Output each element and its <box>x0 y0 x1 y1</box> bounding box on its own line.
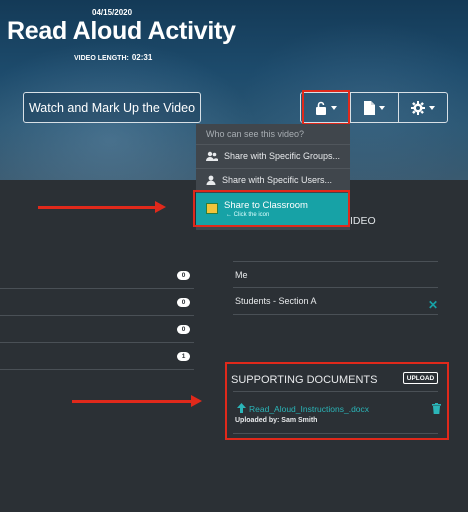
shared-with-heading: IDEO <box>350 215 376 227</box>
list-item[interactable]: 1 <box>0 343 194 370</box>
uploaded-by-text: Uploaded by: Sam Smith <box>235 417 318 424</box>
user-icon <box>206 175 216 185</box>
count-badge: 0 <box>177 271 190 280</box>
callout-arrow <box>72 395 202 407</box>
classroom-item-highlight <box>193 190 350 227</box>
supporting-documents-title: SUPPORTING DOCUMENTS <box>231 374 378 386</box>
shared-with-label: Me <box>235 269 248 280</box>
divider <box>233 391 438 392</box>
video-length-value: 02:31 <box>131 53 153 62</box>
watch-and-mark-up-button[interactable]: Watch and Mark Up the Video <box>23 92 201 123</box>
video-length-label: VIDEO LENGTH: <box>74 55 129 62</box>
remove-share-icon[interactable]: ✕ <box>428 298 438 312</box>
list-item[interactable]: 0 <box>0 316 194 343</box>
share-with-users-item[interactable]: Share with Specific Users... <box>196 168 350 190</box>
lock-button-highlight <box>302 90 350 125</box>
upload-button[interactable]: UPLOAD <box>403 372 438 384</box>
list-item[interactable]: 0 <box>0 262 194 289</box>
chevron-down-icon <box>429 105 435 110</box>
group-icon <box>206 151 218 161</box>
document-icon <box>364 100 375 115</box>
document-link[interactable]: Read_Aloud_Instructions_.docx <box>249 404 369 414</box>
share-with-groups-label: Share with Specific Groups... <box>224 150 341 161</box>
document-menu-button[interactable] <box>351 93 399 122</box>
share-with-groups-item[interactable]: Share with Specific Groups... <box>196 144 350 166</box>
list-item[interactable]: 0 <box>0 289 194 316</box>
count-badge: 1 <box>177 352 190 361</box>
shared-with-row: Students - Section A <box>233 288 438 315</box>
shared-with-row: Me <box>233 261 438 288</box>
share-menu-heading: Who can see this video? <box>206 129 305 139</box>
trash-icon[interactable] <box>432 403 441 414</box>
shared-with-label: Students - Section A <box>235 296 317 306</box>
video-length: VIDEO LENGTH: 02:31 <box>74 53 152 62</box>
settings-menu-button[interactable] <box>399 93 447 122</box>
share-with-users-label: Share with Specific Users... <box>222 174 333 185</box>
callout-arrow <box>38 201 166 213</box>
cloud-download-icon <box>237 403 246 413</box>
chevron-down-icon <box>379 105 385 110</box>
page-title: Read Aloud Activity <box>7 17 236 45</box>
count-badge: 0 <box>177 298 190 307</box>
activity-date: 04/15/2020 <box>92 8 133 17</box>
gear-icon <box>411 100 425 115</box>
count-badge: 0 <box>177 325 190 334</box>
divider <box>233 433 438 434</box>
